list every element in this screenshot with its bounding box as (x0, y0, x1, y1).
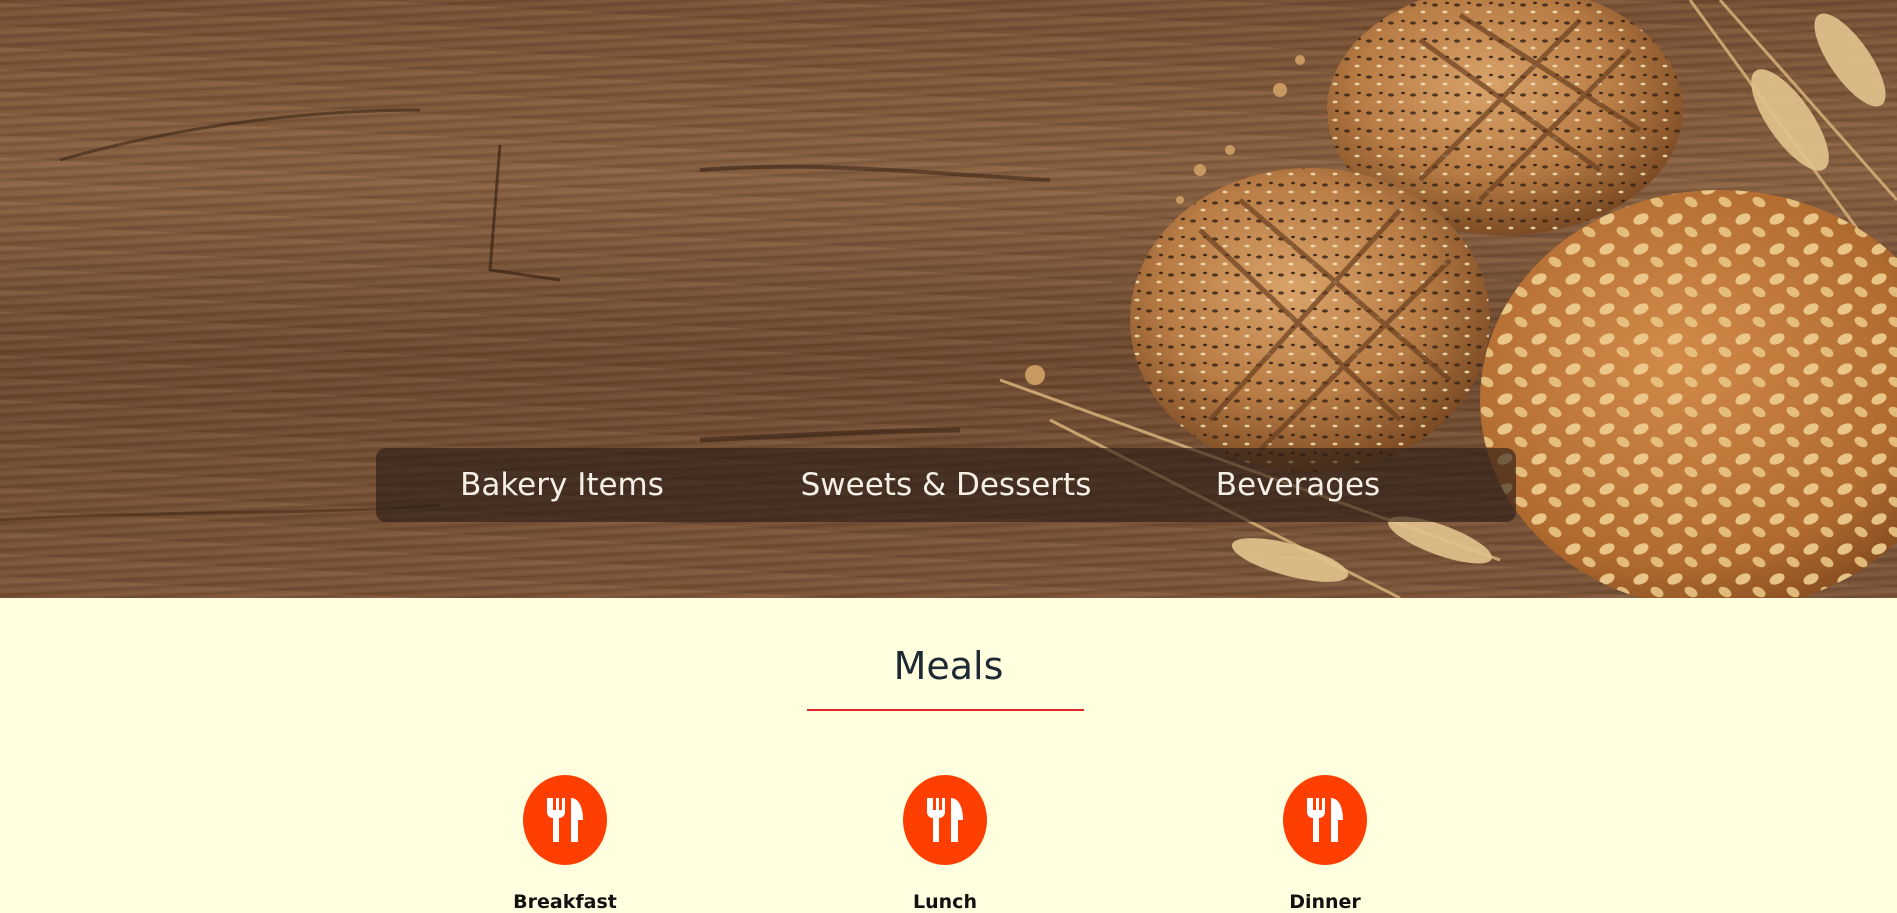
meal-label: Breakfast (513, 891, 617, 913)
meal-label: Dinner (1289, 891, 1361, 913)
utensils-icon[interactable] (903, 775, 987, 865)
meal-label: Lunch (913, 891, 977, 913)
utensils-icon[interactable] (523, 775, 607, 865)
nav-link-sweets-desserts[interactable]: Sweets & Desserts (796, 448, 1096, 522)
category-nav: Bakery Items Sweets & Desserts Beverages (376, 448, 1516, 522)
meals-heading: Meals (893, 644, 1004, 688)
hero-banner: Bakery Items Sweets & Desserts Beverages (0, 0, 1897, 598)
nav-link-bakery-items[interactable]: Bakery Items (442, 448, 682, 522)
utensils-icon[interactable] (1283, 775, 1367, 865)
meals-heading-underline (807, 709, 1084, 711)
nav-link-beverages[interactable]: Beverages (1198, 448, 1398, 522)
